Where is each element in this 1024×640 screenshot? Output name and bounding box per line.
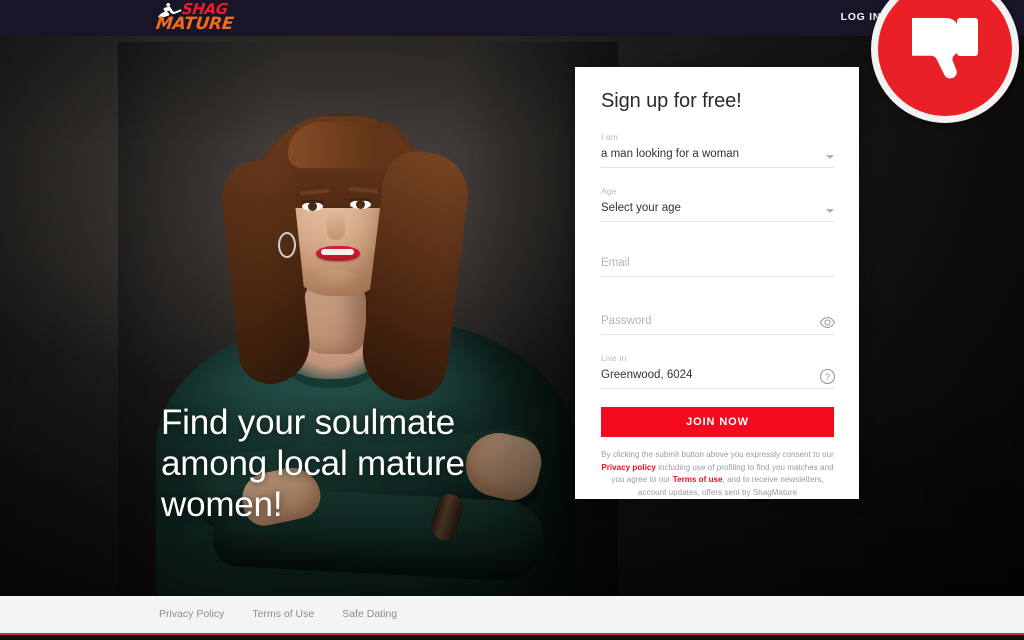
footer-link-safe-dating[interactable]: Safe Dating [342,608,397,620]
pupil-right [356,200,365,209]
eye-right [350,200,371,209]
field-value-age: Select your age [601,202,681,214]
eye-icon[interactable] [819,314,836,331]
field-i-am[interactable]: I am a man looking for a woman [601,132,834,168]
field-age[interactable]: Age Select your age [601,186,834,222]
footer-base-strip [0,635,1024,640]
landing-page: Find your soulmate among local mature wo… [0,0,1024,640]
join-now-button[interactable]: JOIN NOW [601,407,834,437]
chin-highlight [314,270,360,288]
field-label-live-in: Live in [601,353,627,363]
field-email[interactable]: Email [601,240,834,277]
eyelid-left [301,200,324,203]
logo-word-mature: MATURE [154,14,235,34]
signup-disclaimer: By clicking the submit button above you … [601,449,834,499]
site-footer: Privacy Policy Terms of Use Safe Dating [0,596,1024,633]
svg-text:?: ? [825,372,830,383]
email-input[interactable]: Email [601,256,834,271]
field-label-age: Age [601,186,617,196]
teeth [321,249,354,255]
field-live-in[interactable]: Live in Greenwood, 6024 ? [601,353,836,389]
footer-link-list: Privacy Policy Terms of Use Safe Dating [159,608,397,620]
signup-card: Sign up for free! I am a man looking for… [575,67,859,499]
footer-link-privacy-policy[interactable]: Privacy Policy [159,608,224,620]
site-header: SHAG MATURE LOG IN [0,0,1024,36]
hero-headline: Find your soulmate among local mature wo… [161,403,465,524]
field-label-i-am: I am [601,132,618,142]
privacy-policy-link[interactable]: Privacy policy [601,463,656,472]
password-input[interactable]: Password [601,314,834,329]
eyelid-right [349,198,372,201]
disclaimer-part-1: By clicking the submit button above you … [601,450,834,459]
login-button[interactable]: LOG IN [841,11,881,23]
site-logo[interactable]: SHAG MATURE [154,0,251,34]
thumbs-down-icon [912,18,978,79]
chevron-down-icon-age[interactable] [826,209,834,213]
nose [327,210,345,240]
question-mark-circle-icon[interactable]: ? [819,368,836,385]
footer-link-terms-of-use[interactable]: Terms of Use [252,608,314,620]
eye-left [302,202,323,211]
field-password[interactable]: Password [601,298,836,335]
field-value-i-am: a man looking for a woman [601,148,740,160]
signup-title: Sign up for free! [601,90,742,112]
terms-of-use-link[interactable]: Terms of use [673,475,723,484]
chevron-down-icon-i-am[interactable] [826,155,834,159]
field-value-live-in: Greenwood, 6024 [601,369,693,381]
pupil-left [308,202,317,211]
hoop-earring [278,232,296,258]
